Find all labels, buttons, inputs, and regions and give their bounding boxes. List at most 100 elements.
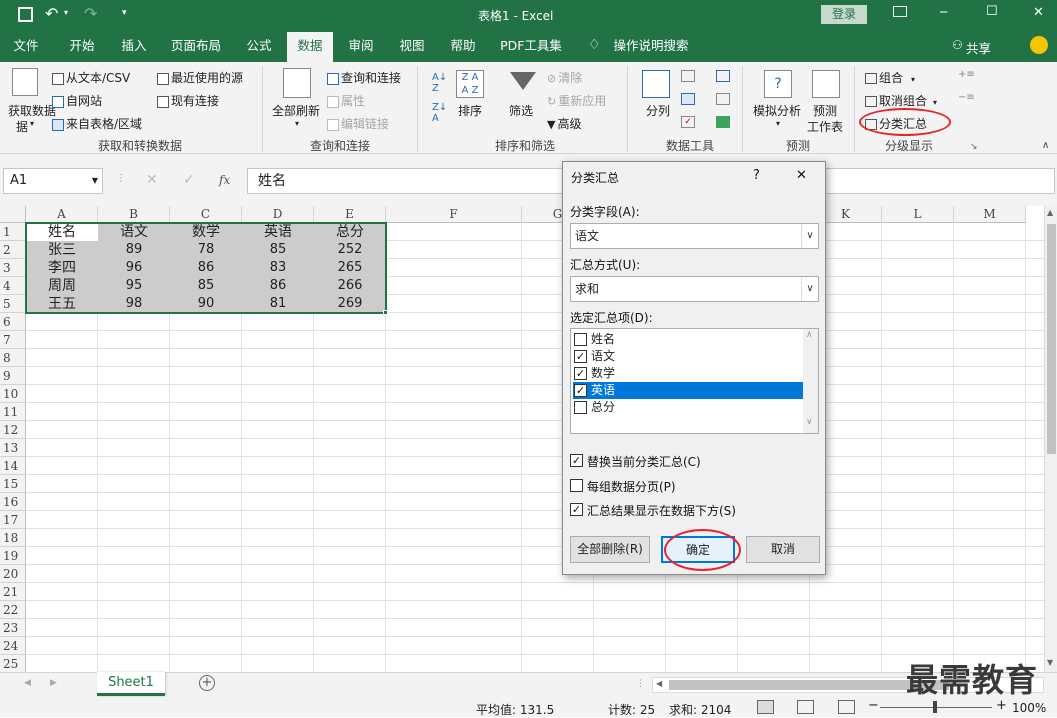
- recent-sources-button[interactable]: 最近使用的源: [157, 69, 243, 86]
- worksheet-grid[interactable]: ABCDEFGHIJKLM 12345678910111213141516171…: [0, 206, 1044, 672]
- login-button[interactable]: 登录: [821, 5, 867, 24]
- item-checkbox[interactable]: ✓: [574, 350, 587, 363]
- tab-splitter-icon[interactable]: ⋮: [636, 679, 645, 689]
- name-box[interactable]: A1 ▼: [3, 168, 103, 194]
- zoom-in-icon[interactable]: +: [996, 698, 1007, 713]
- tell-me-search[interactable]: 操作说明搜索: [608, 30, 694, 62]
- remove-duplicates-icon[interactable]: [681, 93, 695, 105]
- sort-az-icon[interactable]: A↓ Z: [432, 72, 447, 94]
- vertical-scrollbar[interactable]: ▲ ▼: [1044, 206, 1057, 672]
- row-header-1[interactable]: 1: [0, 223, 26, 241]
- sort-za-icon[interactable]: Z↓ A: [432, 102, 447, 124]
- item-checkbox[interactable]: ✓: [574, 367, 587, 380]
- vertical-scroll-thumb[interactable]: [1047, 224, 1056, 454]
- row-header-11[interactable]: 11: [0, 403, 26, 421]
- consolidate-icon[interactable]: [716, 70, 730, 82]
- row-header-9[interactable]: 9: [0, 367, 26, 385]
- select-all-corner[interactable]: [0, 206, 26, 223]
- undo-icon[interactable]: ↶: [45, 4, 58, 23]
- ribbon-display-icon[interactable]: [893, 6, 907, 17]
- add-sheet-icon[interactable]: +: [199, 675, 215, 691]
- hide-detail-icon[interactable]: −≡: [958, 92, 975, 103]
- relationships-icon[interactable]: [716, 93, 730, 105]
- what-if-dropdown-icon[interactable]: ▾: [776, 119, 780, 128]
- list-item[interactable]: ✓ 数学: [573, 365, 803, 382]
- item-checkbox[interactable]: ✓: [574, 384, 587, 397]
- fill-handle[interactable]: [383, 310, 388, 315]
- chevron-down-icon[interactable]: ∨: [801, 277, 818, 301]
- flash-fill-icon[interactable]: [681, 70, 695, 82]
- list-item[interactable]: 总分: [573, 399, 803, 416]
- column-header-a[interactable]: A: [26, 206, 98, 223]
- row-header-13[interactable]: 13: [0, 439, 26, 457]
- page-break-checkbox[interactable]: [570, 479, 583, 492]
- collapse-ribbon-icon[interactable]: ∧: [1042, 140, 1049, 151]
- row-header-12[interactable]: 12: [0, 421, 26, 439]
- get-data-dropdown-icon[interactable]: ▾: [30, 119, 34, 128]
- tab-file[interactable]: 文件: [4, 30, 48, 62]
- data-validation-icon[interactable]: ✓: [681, 116, 695, 128]
- row-header-4[interactable]: 4: [0, 277, 26, 295]
- summary-below-checkbox[interactable]: ✓: [570, 503, 583, 516]
- filter-button[interactable]: 筛选: [509, 102, 533, 119]
- existing-connections-button[interactable]: 现有连接: [157, 92, 219, 109]
- help-button[interactable]: ?: [753, 168, 760, 183]
- normal-view-icon[interactable]: [757, 700, 774, 714]
- row-header-15[interactable]: 15: [0, 475, 26, 493]
- insert-function-icon[interactable]: fx: [219, 173, 230, 187]
- data-model-icon[interactable]: [716, 116, 730, 128]
- row-header-20[interactable]: 20: [0, 565, 26, 583]
- items-listbox[interactable]: 姓名 ✓ 语文 ✓ 数学 ✓ 英语 总分 ∧ ∨: [570, 328, 819, 434]
- zoom-out-icon[interactable]: −: [868, 698, 879, 713]
- row-header-7[interactable]: 7: [0, 331, 26, 349]
- row-header-5[interactable]: 5: [0, 295, 26, 313]
- smiley-icon[interactable]: [1030, 36, 1048, 54]
- ungroup-button[interactable]: 取消组合 ▾: [865, 92, 937, 109]
- tab-insert[interactable]: 插入: [112, 30, 156, 62]
- method-select[interactable]: 求和 ∨: [570, 276, 819, 302]
- forecast-sheet-button[interactable]: 预测: [813, 102, 837, 119]
- row-header-10[interactable]: 10: [0, 385, 26, 403]
- queries-connections-button[interactable]: 查询和连接: [327, 69, 401, 86]
- column-header-e[interactable]: E: [314, 206, 386, 223]
- row-header-19[interactable]: 19: [0, 547, 26, 565]
- what-if-button[interactable]: 模拟分析: [753, 102, 801, 119]
- row-header-23[interactable]: 23: [0, 619, 26, 637]
- zoom-level[interactable]: 100%: [1012, 701, 1046, 715]
- dialog-close-button[interactable]: ✕: [796, 168, 807, 183]
- tab-view[interactable]: 视图: [390, 30, 434, 62]
- row-header-16[interactable]: 16: [0, 493, 26, 511]
- scroll-up-icon[interactable]: ∧: [806, 330, 813, 340]
- field-select[interactable]: 语文 ∨: [570, 223, 819, 249]
- row-header-3[interactable]: 3: [0, 259, 26, 277]
- item-checkbox[interactable]: [574, 401, 587, 414]
- prev-sheet-icon[interactable]: ◀: [24, 678, 31, 688]
- tab-home[interactable]: 开始: [60, 30, 104, 62]
- minimize-button[interactable]: ─: [940, 5, 947, 19]
- column-header-b[interactable]: B: [98, 206, 170, 223]
- item-checkbox[interactable]: [574, 333, 587, 346]
- restore-button[interactable]: ☐: [986, 4, 998, 19]
- column-header-d[interactable]: D: [242, 206, 314, 223]
- list-item[interactable]: ✓ 语文: [573, 348, 803, 365]
- scroll-down-icon[interactable]: ▼: [1047, 658, 1053, 667]
- cancel-button[interactable]: 取消: [746, 536, 820, 563]
- row-header-8[interactable]: 8: [0, 349, 26, 367]
- advanced-filter-button[interactable]: ▼ 高级: [547, 115, 581, 132]
- list-item[interactable]: 姓名: [573, 331, 803, 348]
- remove-all-button[interactable]: 全部删除(R): [570, 536, 650, 563]
- text-to-columns-button[interactable]: 分列: [646, 102, 670, 119]
- from-table-button[interactable]: 来自表格/区域: [52, 115, 142, 132]
- row-header-17[interactable]: 17: [0, 511, 26, 529]
- row-header-25[interactable]: 25: [0, 655, 26, 672]
- scroll-left-icon[interactable]: ◀: [656, 679, 662, 688]
- list-item[interactable]: ✓ 英语: [573, 382, 803, 399]
- tab-data[interactable]: 数据: [287, 32, 333, 62]
- tab-pdf-tools[interactable]: PDF工具集: [494, 30, 568, 62]
- tab-page-layout[interactable]: 页面布局: [164, 30, 228, 62]
- tab-help[interactable]: 帮助: [441, 30, 485, 62]
- refresh-all-button[interactable]: 全部刷新: [272, 102, 320, 119]
- get-data-button[interactable]: 获取数据: [8, 102, 56, 119]
- tab-formulas[interactable]: 公式: [237, 30, 281, 62]
- row-header-14[interactable]: 14: [0, 457, 26, 475]
